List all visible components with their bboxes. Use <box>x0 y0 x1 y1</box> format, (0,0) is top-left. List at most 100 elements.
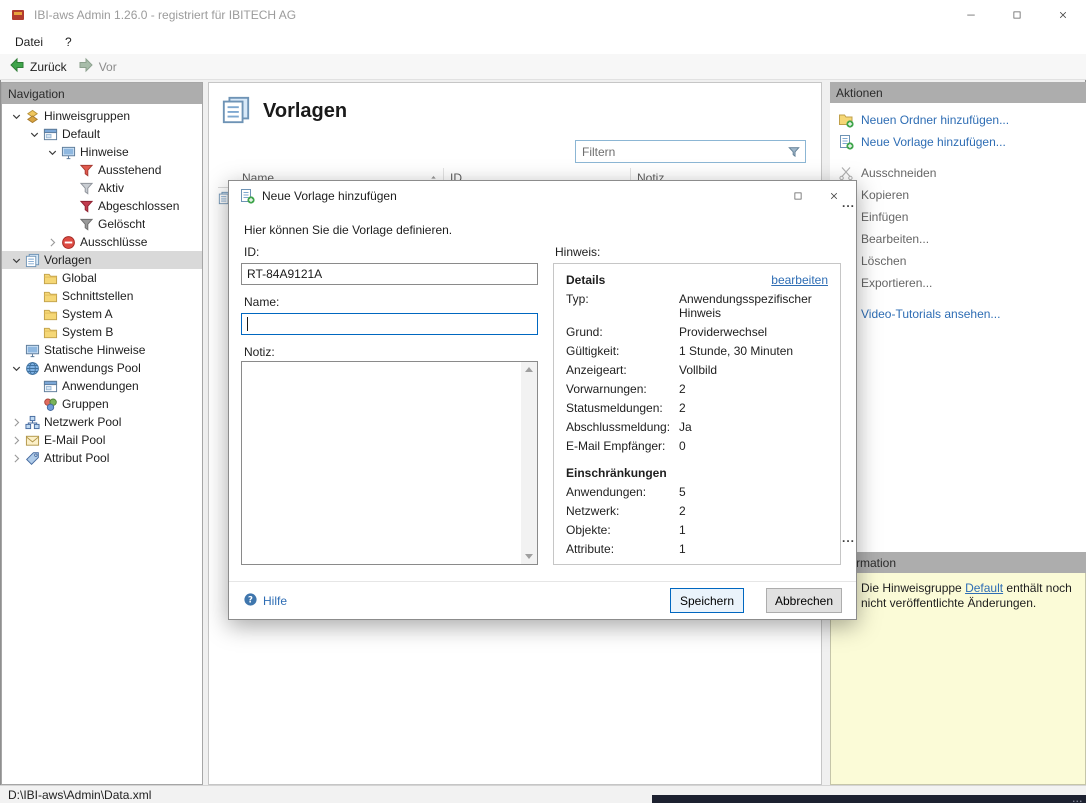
dialog-maximize-button[interactable] <box>780 183 816 209</box>
action-video-tutorials-ansehen[interactable]: Video-Tutorials ansehen... <box>830 303 1086 325</box>
tree-item-statische-hinweise[interactable]: Statische Hinweise <box>2 341 202 359</box>
tree-item-global[interactable]: Global <box>2 269 202 287</box>
navigation-header: Navigation <box>2 83 202 104</box>
detail-row-attribute: Attribute:1 <box>566 542 828 556</box>
window-controls <box>948 0 1086 30</box>
detail-row-typ: Typ:Anwendungsspezifischer Hinweis <box>566 292 828 320</box>
folder-icon <box>42 306 58 322</box>
tree-item-label: Gelöscht <box>98 217 145 231</box>
tree-item-e-mail-pool[interactable]: E-Mail Pool <box>2 431 202 449</box>
tree-item-default[interactable]: Default <box>2 125 202 143</box>
name-input[interactable] <box>241 313 538 335</box>
note-textarea[interactable] <box>242 362 537 564</box>
dialog-title: Neue Vorlage hinzufügen <box>262 189 780 203</box>
bearbeiten-link[interactable]: bearbeiten <box>771 273 828 287</box>
detail-row-e-mail-empfaenger: E-Mail Empfänger:0 <box>566 439 828 453</box>
chevron-placeholder <box>62 198 78 214</box>
help-link[interactable]: ? Hilfe <box>243 592 287 610</box>
details-heading: Details <box>566 273 605 287</box>
tree-item-ausstehend[interactable]: Ausstehend <box>2 161 202 179</box>
action-exportieren[interactable]: Exportieren... <box>830 272 1086 294</box>
minimize-button[interactable] <box>948 0 994 30</box>
tree-item-ausschluesse[interactable]: Ausschlüsse <box>2 233 202 251</box>
action-neue-vorlage-hinzufuegen[interactable]: Neue Vorlage hinzufügen... <box>830 131 1086 153</box>
chevron-down-icon[interactable] <box>8 108 24 124</box>
tree-item-vorlagen[interactable]: Vorlagen <box>2 251 202 269</box>
action-ausschneiden[interactable]: Ausschneiden <box>830 162 1086 184</box>
menu-help[interactable]: ? <box>54 32 83 52</box>
titlebar: IBI-aws Admin 1.26.0 - registriert für I… <box>0 0 1086 30</box>
scroll-down-arrow-icon[interactable] <box>525 554 533 559</box>
tree-item-label: Gruppen <box>62 397 109 411</box>
tree-item-system-b[interactable]: System B <box>2 323 202 341</box>
chevron-down-icon[interactable] <box>8 360 24 376</box>
text-caret <box>247 317 248 331</box>
detail-label: Statusmeldungen: <box>566 401 679 415</box>
app-logo-icon <box>10 7 26 23</box>
tree-item-geloescht[interactable]: Gelöscht <box>2 215 202 233</box>
tree-item-schnittstellen[interactable]: Schnittstellen <box>2 287 202 305</box>
detail-label: Typ: <box>566 292 679 320</box>
tree-item-label: Ausschlüsse <box>80 235 147 249</box>
chevron-right-icon[interactable] <box>8 414 24 430</box>
chevron-right-icon[interactable] <box>44 234 60 250</box>
scroll-up-arrow-icon[interactable] <box>525 367 533 372</box>
monitor-icon <box>24 342 40 358</box>
save-button[interactable]: Speichern <box>670 588 744 613</box>
menu-datei[interactable]: Datei <box>4 32 54 52</box>
help-icon: ? <box>243 592 258 610</box>
tree-item-aktiv[interactable]: Aktiv <box>2 179 202 197</box>
tree-item-attribut-pool[interactable]: Attribut Pool <box>2 449 202 467</box>
action-loeschen[interactable]: Löschen <box>830 250 1086 272</box>
tree-item-label: Abgeschlossen <box>98 199 179 213</box>
cancel-button[interactable]: Abbrechen <box>766 588 842 613</box>
action-label: Ausschneiden <box>861 166 936 180</box>
chevron-right-icon[interactable] <box>8 450 24 466</box>
action-einfuegen[interactable]: Einfügen <box>830 206 1086 228</box>
action-bearbeiten[interactable]: Bearbeiten... <box>830 228 1086 250</box>
tree-item-hinweisgruppen[interactable]: Hinweisgruppen <box>2 107 202 125</box>
filter-input[interactable] <box>576 145 783 159</box>
detail-row-anwendungen: Anwendungen:5 <box>566 485 828 499</box>
detail-value: 1 <box>679 542 828 556</box>
details-rows: Typ:Anwendungsspezifischer HinweisGrund:… <box>566 292 828 453</box>
close-button[interactable] <box>1040 0 1086 30</box>
detail-value: Providerwechsel <box>679 325 828 339</box>
tree-item-anwendungen[interactable]: Anwendungen <box>2 377 202 395</box>
chevron-placeholder <box>26 324 42 340</box>
toolbar: Zurück Vor <box>0 54 1086 80</box>
forward-button[interactable]: Vor <box>75 55 125 78</box>
note-scrollbar[interactable] <box>521 362 537 564</box>
navigation-header-label: Navigation <box>8 87 65 101</box>
restriction-rows: Anwendungen:5Netzwerk:2Objekte:1Attribut… <box>566 485 828 556</box>
filter-funnel-icon[interactable] <box>783 145 805 159</box>
funnel-dark-icon <box>78 216 94 232</box>
actions-scroll-dots-top[interactable]: ... <box>842 196 855 210</box>
taskbar-strip: ... <box>652 795 1086 803</box>
id-input[interactable] <box>241 263 538 285</box>
actions-scroll-dots-bottom[interactable]: ... <box>842 531 855 545</box>
tree-item-netzwerk-pool[interactable]: Netzwerk Pool <box>2 413 202 431</box>
information-body: i Die Hinweisgruppe Default enthält noch… <box>830 573 1086 785</box>
app-window: IBI-aws Admin 1.26.0 - registriert für I… <box>0 0 1086 803</box>
tree-item-gruppen[interactable]: Gruppen <box>2 395 202 413</box>
chevron-placeholder <box>26 396 42 412</box>
chevron-down-icon[interactable] <box>44 144 60 160</box>
chevron-down-icon[interactable] <box>8 252 24 268</box>
forward-arrow-icon <box>78 57 94 76</box>
dialog-titlebar[interactable]: Neue Vorlage hinzufügen <box>229 181 856 211</box>
chevron-right-icon[interactable] <box>8 432 24 448</box>
folder-icon <box>42 288 58 304</box>
chevron-down-icon[interactable] <box>26 126 42 142</box>
back-button[interactable]: Zurück <box>6 55 75 78</box>
tree-item-hinweise[interactable]: Hinweise <box>2 143 202 161</box>
default-group-link[interactable]: Default <box>965 581 1003 595</box>
tree-item-abgeschlossen[interactable]: Abgeschlossen <box>2 197 202 215</box>
action-neuen-ordner-hinzufuegen[interactable]: Neuen Ordner hinzufügen... <box>830 109 1086 131</box>
maximize-button[interactable] <box>994 0 1040 30</box>
new-template-icon <box>838 134 854 150</box>
tree-item-system-a[interactable]: System A <box>2 305 202 323</box>
action-kopieren[interactable]: Kopieren <box>830 184 1086 206</box>
detail-label: Vorwarnungen: <box>566 382 679 396</box>
tree-item-anwendungs-pool[interactable]: Anwendungs Pool <box>2 359 202 377</box>
